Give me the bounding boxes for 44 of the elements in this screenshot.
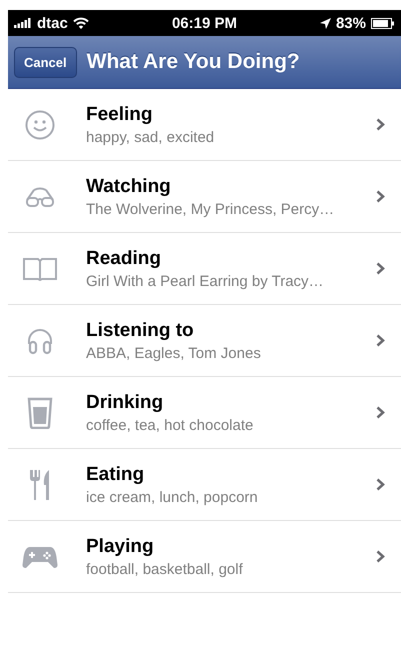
chevron-icon (376, 478, 385, 491)
smiley-icon (25, 110, 55, 140)
signal-icon (14, 18, 32, 28)
activity-title: Playing (86, 536, 155, 558)
activity-title: Reading (86, 248, 162, 270)
activity-row[interactable]: Feeling happy, sad, excited (8, 89, 401, 161)
screen-title: What Are You Doing? (86, 50, 300, 74)
chevron-icon (376, 118, 385, 131)
activity-row[interactable]: Eating ice cream, lunch, popcorn (8, 449, 401, 521)
carrier-name: dtac (37, 14, 68, 32)
chevron-icon (376, 262, 385, 275)
wifi-icon (72, 17, 89, 29)
status-time: 06:19 PM (172, 14, 238, 32)
activity-examples: happy, sad, excited (86, 128, 216, 146)
glass-icon (27, 396, 53, 428)
activity-row[interactable]: Reading Girl With a Pearl Earring by Tracy… (8, 233, 401, 305)
chevron-icon (376, 550, 385, 563)
headphones-icon (26, 326, 54, 354)
activity-row[interactable]: Playing football, basketball, golf (8, 521, 401, 593)
chevron-icon (376, 406, 385, 419)
fork-knife-icon (29, 468, 51, 500)
activity-title: Drinking (86, 392, 164, 414)
activity-examples: The Wolverine, My Princess, Percy… (86, 200, 336, 218)
activity-row[interactable]: Drinking coffee, tea, hot chocolate (8, 377, 401, 449)
activity-examples: coffee, tea, hot chocolate (86, 416, 254, 434)
activity-title: Listening to (86, 320, 195, 342)
cancel-button[interactable]: Cancel (14, 46, 77, 78)
activity-examples: Girl With a Pearl Earring by Tracy… (86, 272, 325, 290)
activity-examples: ABBA, Eagles, Tom Jones (86, 344, 262, 362)
chevron-icon (376, 190, 385, 203)
glasses-icon (25, 186, 55, 206)
activity-title: Feeling (86, 104, 154, 126)
activity-row[interactable]: Listening to ABBA, Eagles, Tom Jones (8, 305, 401, 377)
activity-examples: ice cream, lunch, popcorn (86, 488, 259, 506)
activity-examples: football, basketball, golf (86, 560, 244, 578)
battery-icon (371, 18, 395, 28)
gamepad-icon (22, 544, 58, 568)
activity-title: Watching (86, 176, 172, 198)
location-arrow-icon (320, 18, 331, 28)
battery-percent: 83% (336, 14, 366, 32)
chevron-icon (376, 334, 385, 347)
activity-title: Eating (86, 464, 146, 486)
activity-row[interactable]: Watching The Wolverine, My Princess, Percy… (8, 161, 401, 233)
book-icon (23, 256, 57, 280)
